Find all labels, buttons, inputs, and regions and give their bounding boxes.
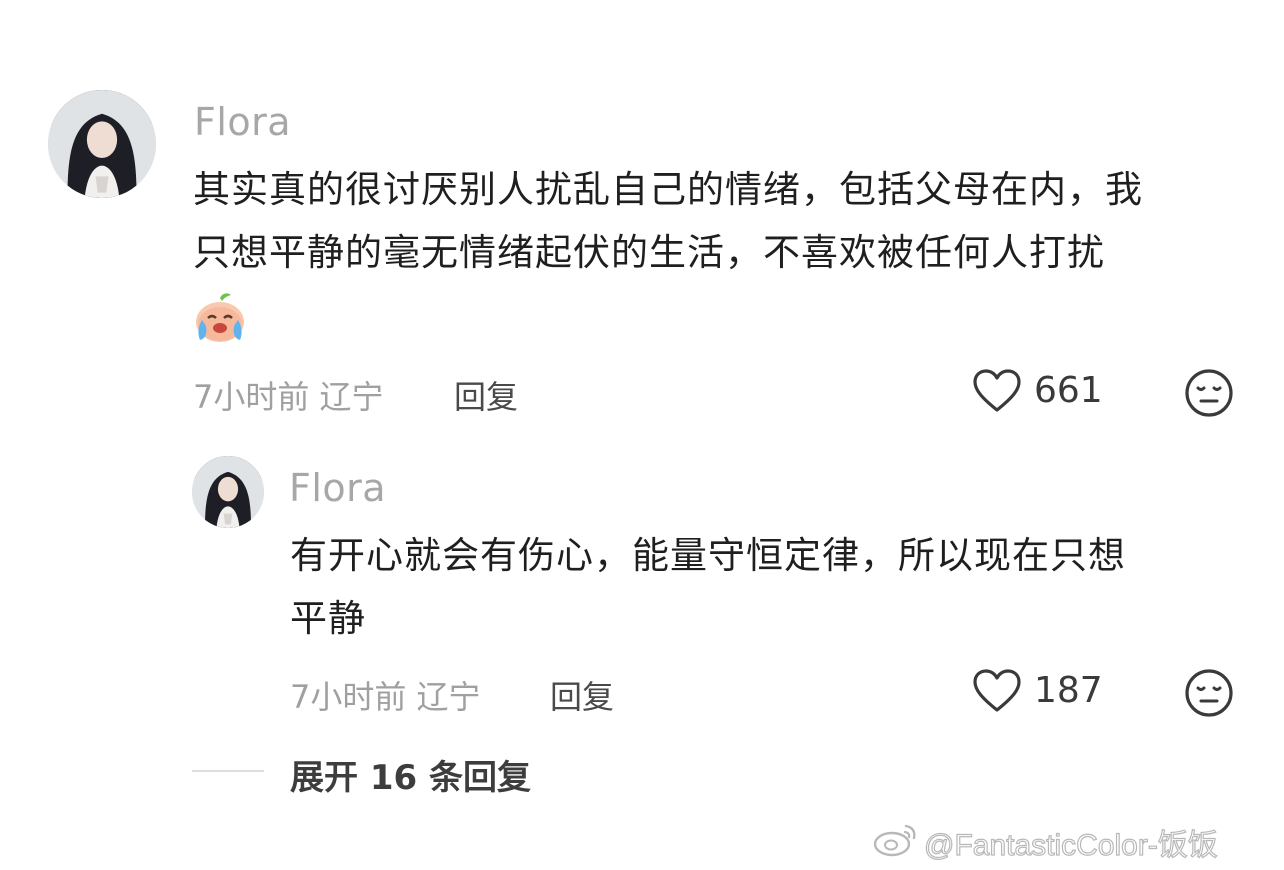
like-count: 661: [1034, 370, 1103, 411]
comment-text-line: 其实真的很讨厌别人扰乱自己的情绪，包括父母在内，我: [193, 168, 1143, 211]
weibo-logo-icon: [872, 818, 920, 858]
heart-icon: [972, 368, 1022, 420]
comment-username[interactable]: Flora: [194, 100, 291, 144]
neutral-face-icon[interactable]: [1184, 668, 1234, 718]
reply-time-location: 7小时前 辽宁: [290, 678, 481, 716]
avatar-image: [192, 456, 264, 528]
reply-avatar[interactable]: [192, 456, 264, 528]
expand-divider: [192, 770, 264, 772]
reply-reply-button[interactable]: 回复: [550, 672, 614, 718]
neutral-face-icon[interactable]: [1184, 368, 1234, 418]
reply-button[interactable]: 回复: [454, 372, 518, 418]
comment-time-location: 7小时前 辽宁: [193, 378, 384, 416]
like-count: 187: [1034, 670, 1103, 711]
reply-text: 有开心就会有伤心，能量守恒定律，所以现在只想 平静: [290, 524, 1126, 650]
reply-text-line: 平静: [290, 597, 366, 640]
heart-icon: [972, 668, 1022, 720]
comment-text: 其实真的很讨厌别人扰乱自己的情绪，包括父母在内，我 只想平静的毫无情绪起伏的生活…: [193, 158, 1143, 284]
avatar[interactable]: [48, 90, 156, 198]
watermark-text: @FantasticColor-饭饭: [923, 828, 1218, 862]
expand-replies-button[interactable]: 展开 16 条回复: [290, 750, 531, 799]
reply-text-line: 有开心就会有伤心，能量守恒定律，所以现在只想: [290, 534, 1126, 577]
reply-username[interactable]: Flora: [289, 466, 386, 510]
like-button[interactable]: 661: [972, 368, 1112, 418]
avatar-image: [48, 90, 156, 198]
reply-like-button[interactable]: 187: [972, 668, 1112, 718]
comment-text-line: 只想平静的毫无情绪起伏的生活，不喜欢被任何人打扰: [193, 231, 1105, 274]
crying-peach-emoji: [192, 290, 248, 346]
